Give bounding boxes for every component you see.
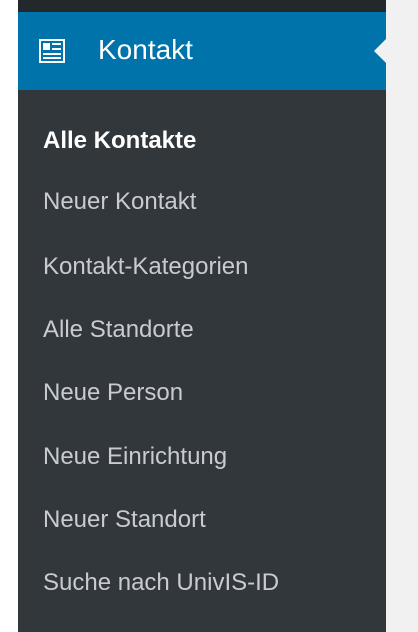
main-content-area: [386, 0, 418, 632]
sidebar-top-strip: [18, 0, 386, 12]
current-menu-arrow: [374, 39, 386, 63]
submenu-item-neue-person[interactable]: Neue Person: [43, 373, 183, 413]
submenu-item-kontakt-kategorien[interactable]: Kontakt-Kategorien: [43, 247, 248, 287]
submenu-item-neue-einrichtung[interactable]: Neue Einrichtung: [43, 437, 227, 477]
kontakt-submenu: Alle Kontakte Neuer Kontakt Kontakt-Kate…: [18, 90, 386, 632]
submenu-item-neuer-kontakt[interactable]: Neuer Kontakt: [43, 182, 196, 222]
menu-item-kontakt[interactable]: Kontakt: [18, 12, 386, 90]
admin-sidebar: Kontakt Alle Kontakte Neuer Kontakt Kont…: [18, 0, 386, 632]
submenu-item-neuer-standort[interactable]: Neuer Standort: [43, 500, 206, 540]
submenu-item-alle-kontakte[interactable]: Alle Kontakte: [43, 121, 196, 161]
admin-screen: Kontakt Alle Kontakte Neuer Kontakt Kont…: [0, 0, 418, 632]
menu-item-kontakt-label: Kontakt: [98, 34, 193, 65]
submenu-item-alle-standorte[interactable]: Alle Standorte: [43, 310, 194, 350]
submenu-item-suche-nach-univis-id[interactable]: Suche nach UnivIS-ID: [43, 563, 279, 603]
contact-card-icon: [39, 39, 65, 63]
